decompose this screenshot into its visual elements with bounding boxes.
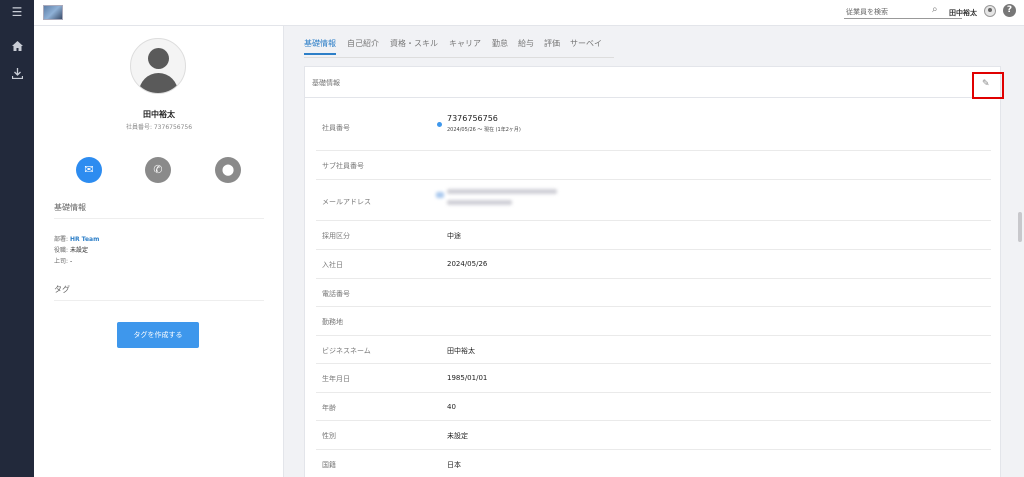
basic-info-card: 基礎情報 ✎ 社員番号 7376756756 2024/05/26 〜 現在 (…: [304, 66, 1004, 477]
blurred-content: [436, 192, 444, 198]
company-logo[interactable]: [43, 5, 63, 20]
table-row: ビジネスネーム 田中裕太: [316, 336, 991, 364]
boss-label: 上司:: [54, 258, 70, 265]
edit-highlight: ✎: [972, 72, 1004, 99]
row-label: ビジネスネーム: [322, 347, 371, 355]
boss-value: -: [69, 258, 73, 265]
profile-employee-id: 社員番号: 7376756756: [125, 124, 193, 131]
row-value: 7376756756: [447, 114, 498, 123]
table-row: サブ社員番号: [316, 151, 991, 180]
tab-basic-info[interactable]: 基礎情報: [304, 38, 336, 55]
user-avatar-icon[interactable]: [984, 5, 996, 17]
table-row: メールアドレス: [316, 180, 991, 221]
tag-heading: タグ: [54, 285, 70, 294]
table-row: 勤務地: [316, 307, 991, 336]
boss-info: 上司: -: [54, 256, 72, 265]
table-row: 社員番号 7376756756 2024/05/26 〜 現在 (1年2ヶ月): [316, 100, 991, 151]
info-table: 社員番号 7376756756 2024/05/26 〜 現在 (1年2ヶ月) …: [316, 100, 991, 477]
row-value: 未設定: [447, 432, 468, 440]
menu-icon[interactable]: ☰: [0, 5, 34, 19]
row-label: 性別: [322, 432, 336, 440]
row-label: 電話番号: [322, 290, 350, 298]
tab-attendance[interactable]: 勤怠: [492, 38, 508, 49]
row-label: 勤務地: [322, 318, 343, 326]
row-label: 国籍: [322, 461, 336, 469]
table-row: 採用区分 中途: [316, 221, 991, 250]
current-user-name[interactable]: 田中裕太: [949, 8, 977, 18]
row-label: 年齢: [322, 404, 336, 412]
map-pin-icon: ⬤: [221, 163, 235, 176]
row-value: 日本: [447, 461, 461, 469]
card-header: 基礎情報 ✎: [305, 67, 1004, 99]
card-title: 基礎情報: [312, 79, 340, 87]
row-label: 社員番号: [322, 124, 350, 132]
phone-icon: ✆: [153, 163, 163, 176]
row-value: 40: [447, 403, 456, 411]
location-button[interactable]: ⬤: [215, 157, 241, 183]
table-row: 国籍 日本: [316, 450, 991, 477]
profile-name: 田中裕太: [143, 110, 175, 119]
row-value: 田中裕太: [447, 347, 475, 355]
tab-evaluation[interactable]: 評価: [544, 38, 560, 49]
email-button[interactable]: ✉: [76, 157, 102, 183]
home-icon[interactable]: [0, 41, 34, 54]
row-label: 生年月日: [322, 375, 350, 383]
profile-avatar: [130, 38, 186, 94]
department-label: 部署:: [54, 236, 70, 243]
table-row: 年齢 40: [316, 393, 991, 421]
table-row: 性別 未設定: [316, 421, 991, 450]
department-link[interactable]: HR Team: [70, 236, 99, 243]
phone-button[interactable]: ✆: [145, 157, 171, 183]
row-subvalue: 2024/05/26 〜 現在 (1年2ヶ月): [447, 127, 521, 133]
table-row: 入社日 2024/05/26: [316, 250, 991, 279]
department-info: 部署: HR Team: [54, 234, 99, 243]
side-rail: ☰: [0, 0, 34, 477]
employee-search-input[interactable]: 従業員を検索: [844, 6, 962, 19]
row-label: サブ社員番号: [322, 162, 364, 170]
row-label: 入社日: [322, 261, 343, 269]
position-value: 未設定: [69, 247, 88, 254]
tab-qualifications[interactable]: 資格・スキル: [390, 38, 438, 49]
scrollbar-thumb[interactable]: [1018, 212, 1022, 242]
table-row: 生年月日 1985/01/01: [316, 364, 991, 393]
row-label: メールアドレス: [322, 198, 371, 206]
top-bar: 従業員を検索 ⌕ 田中裕太 ?: [34, 0, 1024, 26]
basic-info-heading: 基礎情報: [54, 203, 86, 212]
tab-career[interactable]: キャリア: [449, 38, 481, 49]
blurred-email: [447, 189, 557, 194]
help-icon[interactable]: ?: [1003, 4, 1016, 17]
tab-self-intro[interactable]: 自己紹介: [347, 38, 379, 49]
divider: [54, 300, 264, 301]
tab-underline: [304, 57, 614, 58]
mail-icon: ✉: [84, 163, 94, 176]
tab-survey[interactable]: サーベイ: [570, 38, 602, 49]
row-value: 2024/05/26: [447, 260, 488, 268]
download-icon[interactable]: [0, 68, 34, 82]
position-info: 役職: 未設定: [54, 245, 88, 254]
table-row: 電話番号: [316, 279, 991, 307]
row-label: 採用区分: [322, 232, 350, 240]
position-label: 役職:: [54, 247, 70, 254]
blurred-email: [447, 200, 512, 205]
create-tag-button[interactable]: タグを作成する: [117, 322, 199, 348]
search-icon[interactable]: ⌕: [932, 4, 938, 15]
status-dot: [437, 122, 442, 127]
tab-salary[interactable]: 給与: [518, 38, 534, 49]
row-value: 中途: [447, 232, 461, 240]
profile-panel: 田中裕太 社員番号: 7376756756 ✉ ✆ ⬤ 基礎情報 部署: HR …: [34, 26, 284, 477]
pencil-icon[interactable]: ✎: [982, 79, 990, 89]
row-value: 1985/01/01: [447, 374, 488, 382]
divider: [54, 218, 264, 219]
